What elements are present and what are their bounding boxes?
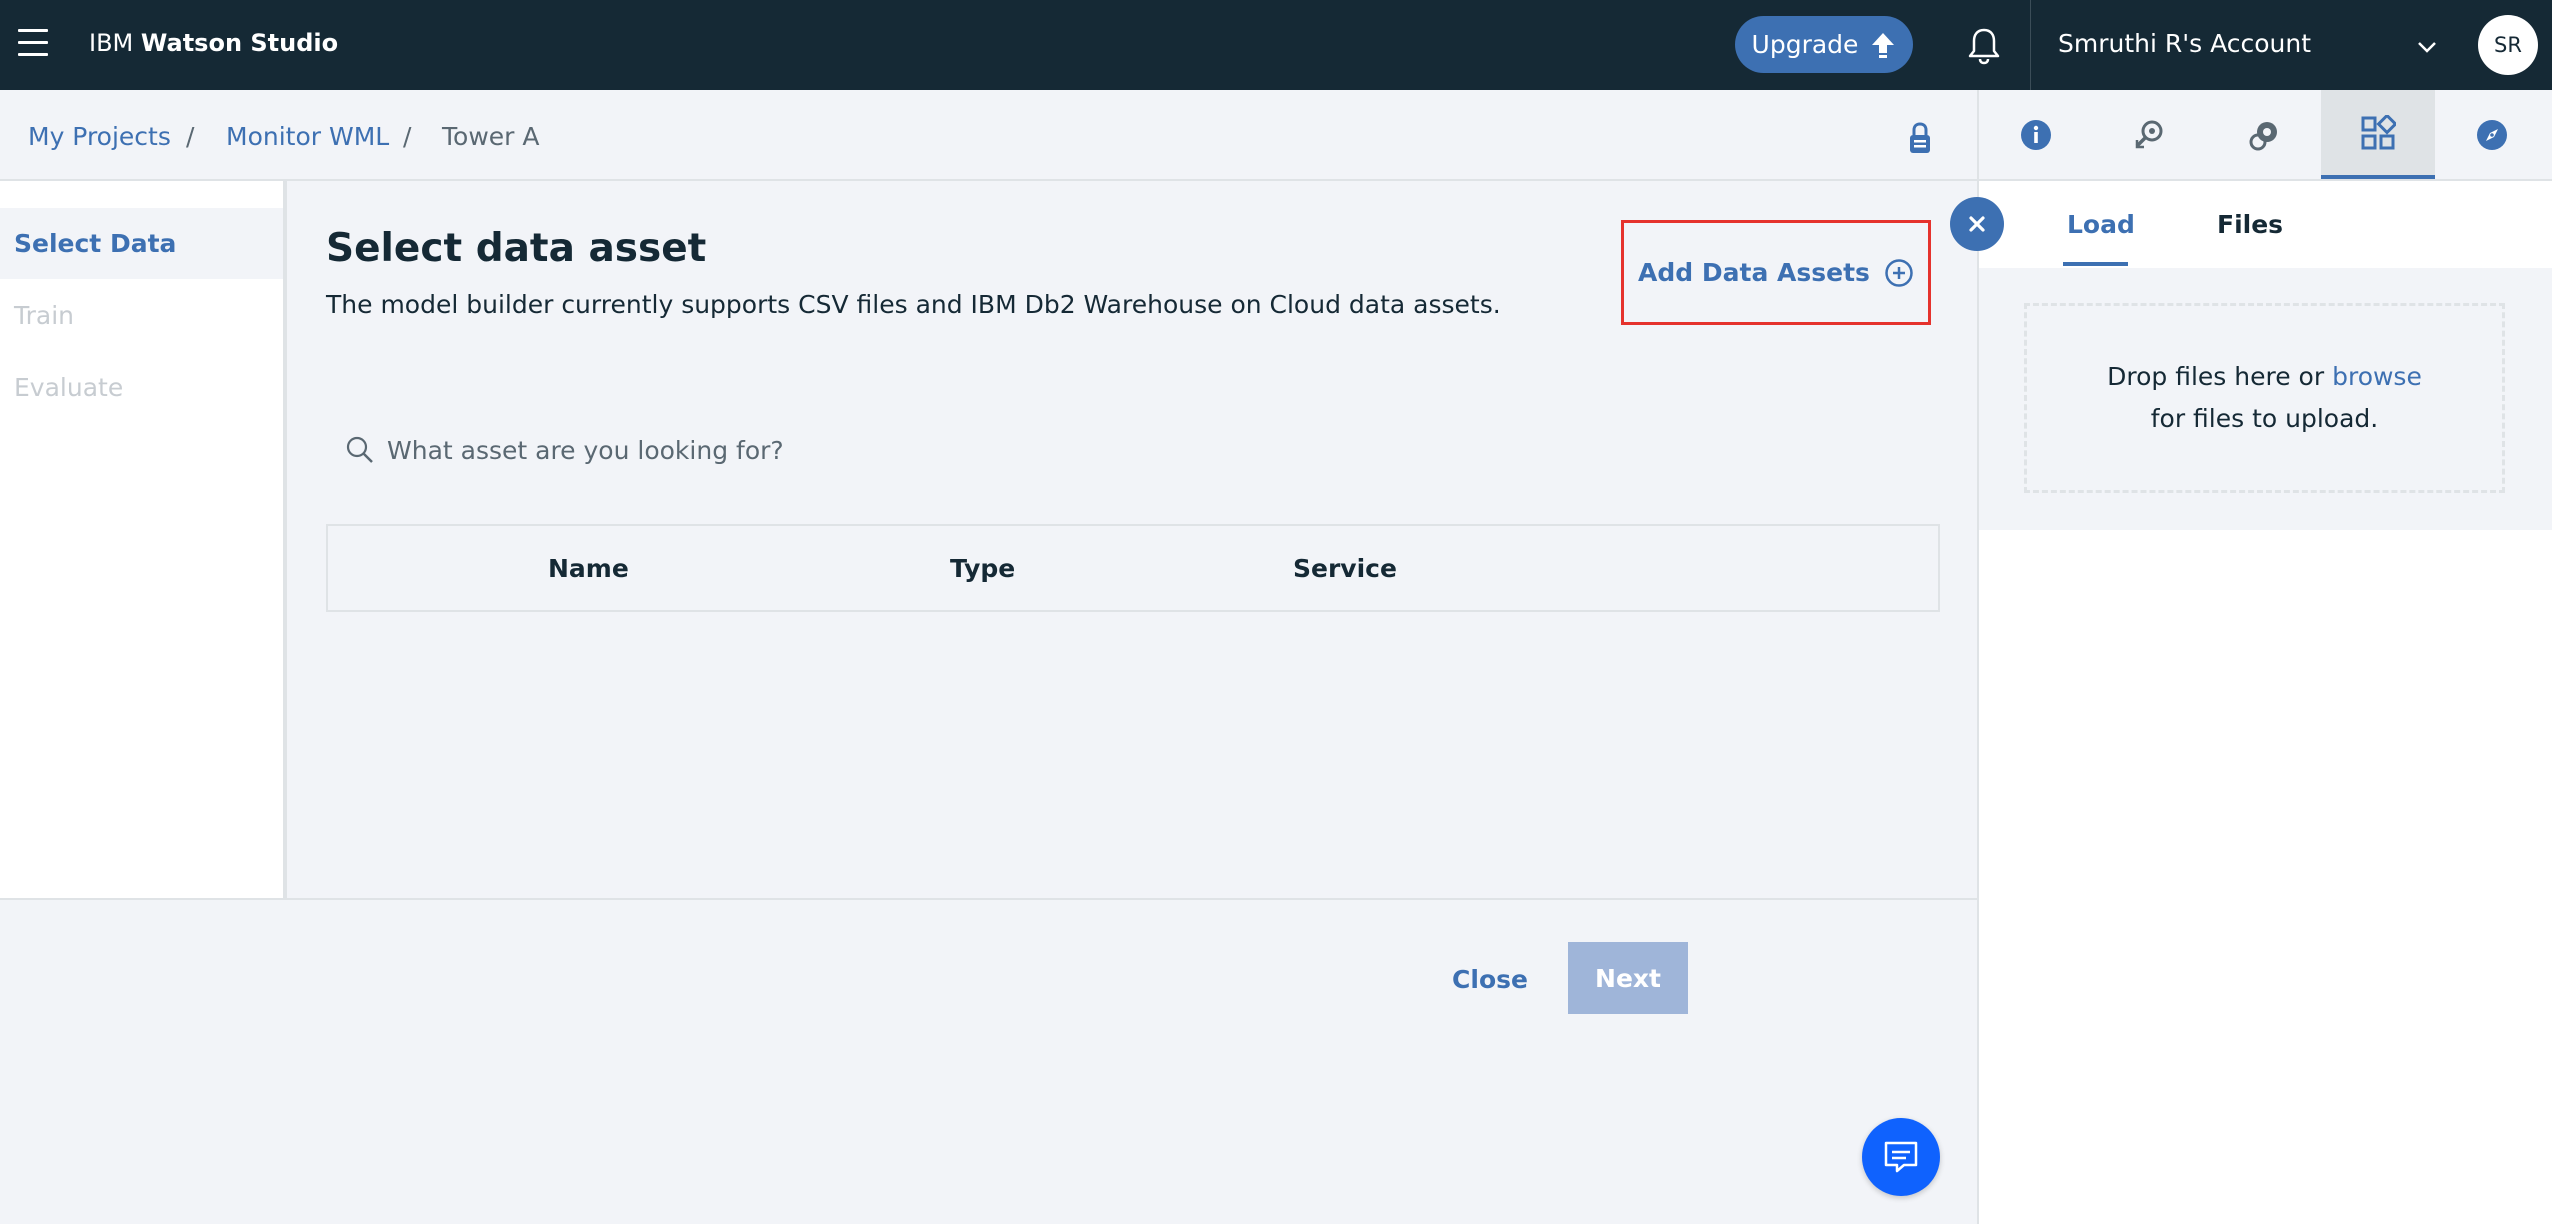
- step-train: Train: [14, 301, 74, 330]
- right-panel-toolbar: [1977, 90, 2552, 181]
- browse-link[interactable]: browse: [2332, 362, 2422, 391]
- account-switcher[interactable]: Smruthi R's Account: [2058, 29, 2311, 58]
- hamburger-menu-icon[interactable]: [18, 29, 48, 59]
- breadcrumb-my-projects[interactable]: My Projects: [28, 122, 171, 151]
- breadcrumb-monitor-wml[interactable]: Monitor WML: [226, 122, 389, 151]
- breadcrumb: My Projects / Monitor WML / Tower A: [0, 90, 1977, 181]
- drop-text: Drop files here or: [2107, 362, 2325, 391]
- step-evaluate: Evaluate: [14, 373, 124, 402]
- find-icon: [2135, 120, 2163, 148]
- brand-company: IBM: [89, 29, 134, 57]
- drop-line-1: Drop files here or browse: [2107, 356, 2422, 398]
- breadcrumb-separator: /: [403, 122, 412, 151]
- builder-steps: Select Data Train Evaluate: [0, 181, 287, 900]
- column-header-type[interactable]: Type: [950, 554, 1015, 583]
- assets-table-header: Name Type Service: [326, 524, 1940, 612]
- notifications-bell-icon[interactable]: [1967, 27, 2001, 65]
- tab-files[interactable]: Files: [2217, 210, 2283, 239]
- info-tool[interactable]: [1979, 90, 2093, 179]
- file-drop-zone[interactable]: Drop files here or browse for files to u…: [2024, 303, 2505, 493]
- footer-divider: [0, 898, 1977, 900]
- close-panel-button[interactable]: [1950, 197, 2004, 251]
- data-icon: [2361, 114, 2396, 149]
- column-header-service[interactable]: Service: [1293, 554, 1397, 583]
- page-title: Select data asset: [326, 226, 707, 271]
- search-icon: [346, 436, 373, 463]
- drop-line-2: for files to upload.: [2150, 404, 2379, 433]
- tab-load[interactable]: Load: [2067, 210, 2135, 239]
- next-button[interactable]: Next: [1568, 942, 1688, 1014]
- info-icon: [2021, 119, 2051, 150]
- chat-button[interactable]: [1862, 1118, 1940, 1196]
- compass-tool[interactable]: [2435, 90, 2549, 179]
- product-brand[interactable]: IBM Watson Studio: [89, 29, 338, 57]
- upgrade-label: Upgrade: [1751, 30, 1859, 59]
- find-tool[interactable]: [2093, 90, 2207, 179]
- upgrade-arrow-icon: [1872, 32, 1895, 58]
- column-header-name[interactable]: Name: [548, 554, 629, 583]
- brand-product: Watson Studio: [140, 29, 339, 57]
- add-circle-icon: [1885, 258, 1913, 287]
- add-data-assets-label: Add Data Assets: [1638, 258, 1870, 287]
- close-icon: [1969, 216, 1985, 232]
- compass-icon: [2477, 119, 2507, 150]
- top-navigation-bar: IBM Watson Studio Upgrade Smruthi R's Ac…: [0, 0, 2552, 90]
- search-input[interactable]: [387, 435, 1007, 465]
- add-data-assets-button[interactable]: Add Data Assets: [1621, 220, 1931, 325]
- active-tab-indicator: [2063, 262, 2128, 266]
- lock-icon[interactable]: [1905, 120, 1935, 156]
- chevron-down-icon[interactable]: [2416, 36, 2438, 58]
- breadcrumb-separator: /: [186, 122, 195, 151]
- topbar-divider: [2030, 0, 2031, 90]
- data-tool[interactable]: [2321, 90, 2435, 179]
- step-select-data[interactable]: Select Data: [14, 229, 176, 258]
- asset-search: [345, 430, 1045, 470]
- user-avatar[interactable]: SR: [2478, 15, 2538, 75]
- community-icon: [2249, 121, 2277, 150]
- page-description: The model builder currently supports CSV…: [326, 290, 1501, 319]
- chat-icon: [1884, 1141, 1918, 1173]
- upgrade-button[interactable]: Upgrade: [1735, 16, 1913, 73]
- close-button[interactable]: Close: [1440, 944, 1540, 1014]
- community-tool[interactable]: [2207, 90, 2321, 179]
- breadcrumb-tower-a: Tower A: [442, 122, 540, 151]
